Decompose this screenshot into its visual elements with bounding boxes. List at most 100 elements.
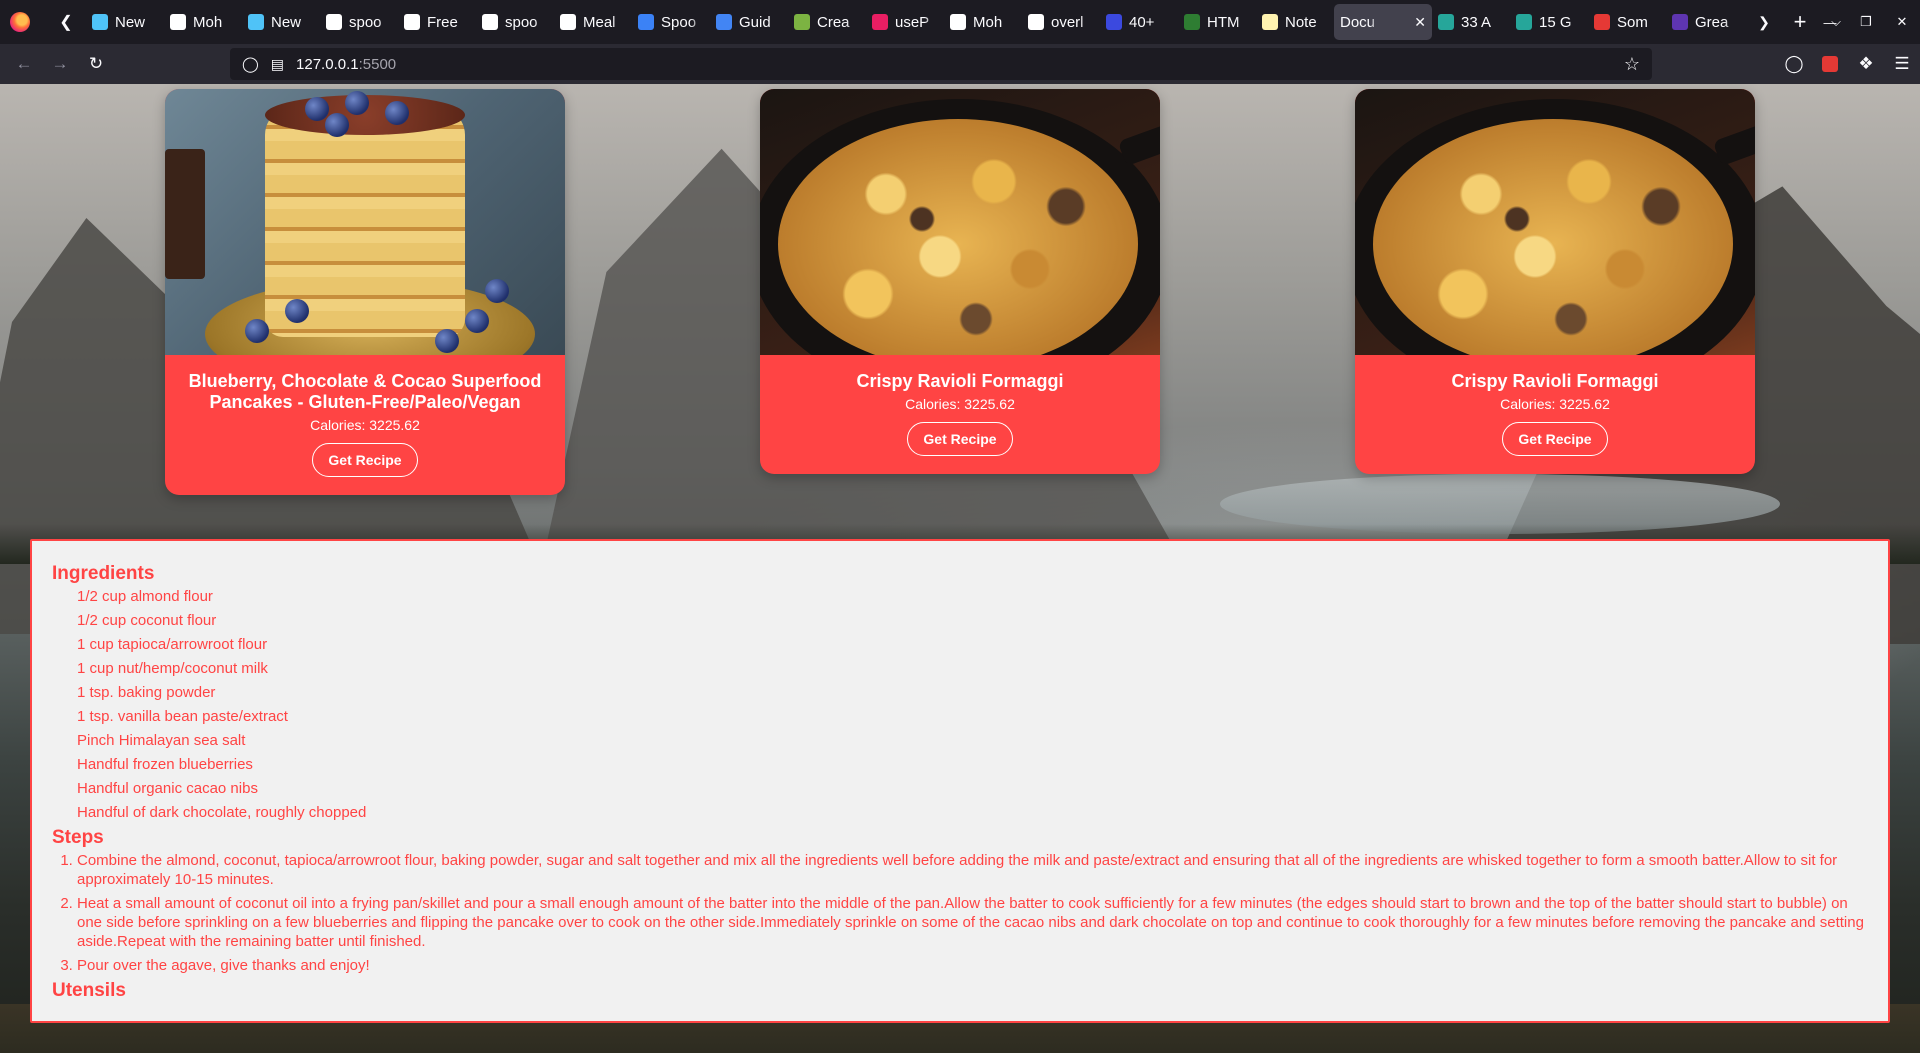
tab[interactable]: 40+ (1100, 4, 1178, 40)
get-recipe-button[interactable]: Get Recipe (1502, 422, 1608, 456)
ingredient-item: Pinch Himalayan sea salt (77, 732, 246, 749)
tab-favicon-icon (560, 14, 576, 30)
tab[interactable]: Moh (944, 4, 1022, 40)
restore-icon[interactable]: ❐ (1848, 4, 1884, 40)
forward-arrow-icon[interactable]: → (42, 48, 78, 80)
tab[interactable]: HTM (1178, 4, 1256, 40)
url-host: 127.0.0.1 (296, 55, 359, 73)
tab[interactable]: spoo (320, 4, 398, 40)
tab-label: Crea (817, 13, 850, 31)
url-bar[interactable]: ◯ ▤ 127.0.0.1:5500 ☆ (230, 48, 1652, 80)
step-item: Heat a small amount of coconut oil into … (77, 894, 1868, 951)
tab[interactable]: Note (1256, 4, 1334, 40)
tab-label: Grea (1695, 13, 1729, 31)
tab[interactable]: overl (1022, 4, 1100, 40)
tab-favicon-icon (404, 14, 420, 30)
steps-list: Combine the almond, coconut, tapioca/arr… (52, 851, 1868, 975)
recipe-card: Crispy Ravioli Formaggi Calories: 3225.6… (1355, 89, 1755, 474)
tab-favicon-icon (1672, 14, 1688, 30)
tab-label: Som (1617, 13, 1648, 31)
tab-favicon-icon (482, 14, 498, 30)
tab-favicon-icon (1594, 14, 1610, 30)
tab-label: Note (1285, 13, 1317, 31)
tab[interactable]: Crea (788, 4, 866, 40)
tab[interactable]: useP (866, 4, 944, 40)
ingredient-item: Handful organic cacao nibs (77, 780, 258, 797)
page-viewport: Blueberry, Chocolate & Cocao Superfood P… (0, 84, 1920, 1053)
chevron-left-icon[interactable]: ❮ (52, 8, 80, 36)
close-tab-icon[interactable]: ✕ (1414, 14, 1426, 31)
tab[interactable]: Moh (164, 4, 242, 40)
tab-favicon-icon (1106, 14, 1122, 30)
tab-label: Docu (1340, 13, 1376, 31)
url-port: :5500 (358, 55, 397, 73)
tab-favicon-icon (1438, 14, 1454, 30)
recipe-details-panel: Ingredients 1/2 cup almond flour 1/2 cup … (30, 539, 1890, 1023)
tab-label: HTM (1207, 13, 1240, 31)
tab[interactable]: spoo (476, 4, 554, 40)
tab-label: Moh (193, 13, 223, 31)
ingredient-item: 1/2 cup coconut flour (77, 612, 217, 629)
navigation-bar: ← → ↻ ◯ ▤ 127.0.0.1:5500 ☆ ◯ ❖ ☰ (0, 44, 1920, 84)
ingredient-item: 1 cup nut/hemp/coconut milk (77, 660, 268, 677)
steps-heading: Steps (52, 827, 104, 848)
window-controls: — ❐ ✕ (1812, 0, 1920, 44)
ingredients-heading: Ingredients (52, 563, 155, 584)
tab[interactable]: Free (398, 4, 476, 40)
tab[interactable]: Guid (710, 4, 788, 40)
tab-label: spoo (505, 13, 538, 31)
tab[interactable]: New (242, 4, 320, 40)
recipe-card: Blueberry, Chocolate & Cocao Superfood P… (165, 89, 565, 495)
firefox-icon[interactable] (10, 12, 30, 32)
tab-label: overl (1051, 13, 1084, 31)
get-recipe-button[interactable]: Get Recipe (907, 422, 1013, 456)
reload-icon[interactable]: ↻ (78, 48, 114, 80)
recipe-card-calories: Calories: 3225.62 (1500, 396, 1610, 412)
recipe-card-calories: Calories: 3225.62 (905, 396, 1015, 412)
tab-favicon-icon (1516, 14, 1532, 30)
back-arrow-icon[interactable]: ← (6, 48, 42, 80)
tab[interactable]: Grea (1666, 4, 1744, 40)
tab-favicon-icon (170, 14, 186, 30)
tab-favicon-icon (92, 14, 108, 30)
tab[interactable]: Som (1588, 4, 1666, 40)
chevron-right-icon[interactable]: ❯ (1746, 4, 1782, 40)
get-recipe-button[interactable]: Get Recipe (312, 443, 418, 477)
shield-icon[interactable]: ◯ (242, 55, 259, 73)
ingredient-item: 1 tsp. baking powder (77, 684, 216, 701)
pocket-icon[interactable]: ◯ (1776, 48, 1812, 80)
tab-label: New (271, 13, 302, 31)
tab-label: Spoo (661, 13, 697, 31)
tab-label: 40+ (1129, 13, 1155, 31)
minimize-icon[interactable]: — (1812, 4, 1848, 40)
ingredient-item: Handful of dark chocolate, roughly chopp… (77, 804, 367, 821)
recipe-card-title: Crispy Ravioli Formaggi (856, 371, 1064, 391)
tab[interactable]: New (86, 4, 164, 40)
recipe-card-title: Crispy Ravioli Formaggi (1451, 371, 1659, 391)
menu-hamburger-icon[interactable]: ☰ (1884, 48, 1920, 80)
recipe-card: Crispy Ravioli Formaggi Calories: 3225.6… (760, 89, 1160, 474)
recipe-card-title: Blueberry, Chocolate & Cocao Superfood P… (188, 371, 542, 412)
tab-bar: ❮ New Moh New spoo Free spoo Meal Spoo Guid Crea u… (0, 0, 1920, 44)
tab[interactable]: Meal (554, 4, 632, 40)
extension-red-icon[interactable] (1812, 48, 1848, 80)
ingredients-list: 1/2 cup almond flour 1/2 cup coconut flou… (52, 585, 1868, 825)
recipe-card-calories: Calories: 3225.62 (310, 417, 420, 433)
tab-label: 15 G (1539, 13, 1572, 31)
tab[interactable]: 33 A (1432, 4, 1510, 40)
tab-favicon-icon (794, 14, 810, 30)
tab[interactable]: Docu ✕ (1334, 4, 1432, 40)
tab[interactable]: 15 G (1510, 4, 1588, 40)
bookmark-star-icon[interactable]: ☆ (1624, 54, 1640, 75)
tab-label: useP (895, 13, 930, 31)
tab-favicon-icon (1184, 14, 1200, 30)
ravioli-photo (760, 89, 1160, 355)
page-info-icon[interactable]: ▤ (271, 56, 284, 73)
close-window-icon[interactable]: ✕ (1884, 4, 1920, 40)
tab-favicon-icon (872, 14, 888, 30)
tab[interactable]: Spoo (632, 4, 710, 40)
extensions-puzzle-icon[interactable]: ❖ (1848, 48, 1884, 80)
tab-label: Guid (739, 13, 771, 31)
tab-strip: New Moh New spoo Free spoo Meal Spoo Guid Crea use… (86, 0, 1744, 44)
tab-favicon-icon (638, 14, 654, 30)
